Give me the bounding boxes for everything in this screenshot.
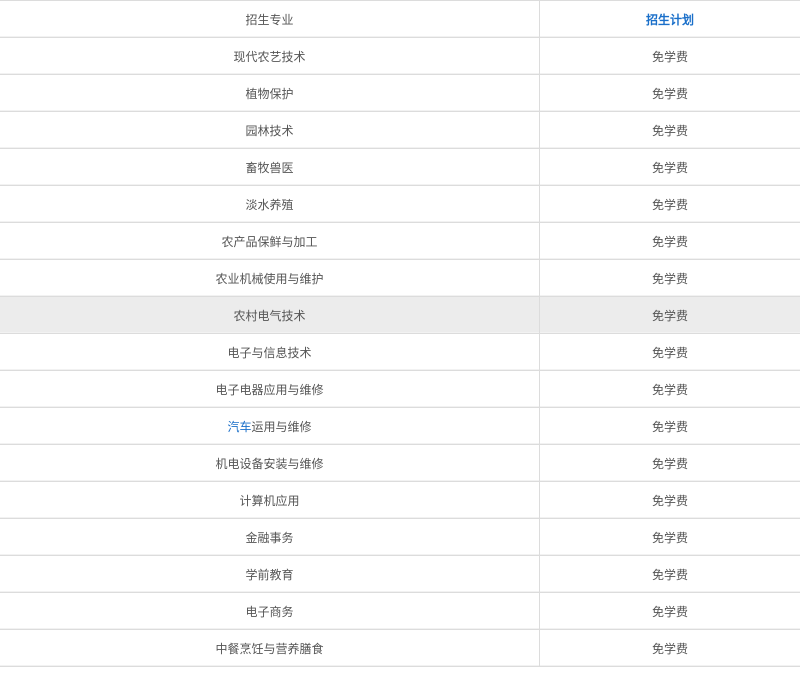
cell-plan: 免学费 [539,592,800,630]
cell-major: 农产品保鲜与加工 [0,222,540,260]
cell-major: 计算机应用 [0,481,540,519]
table-row: 电子电器应用与维修 免学费 [0,370,800,408]
table-row: 机电设备安装与维修 免学费 [0,444,800,482]
table-row: 植物保护 免学费 [0,74,800,112]
header-major: 招生专业 [0,0,540,38]
cell-major: 园林技术 [0,111,540,149]
cell-major: 中餐烹饪与营养膳食 [0,629,540,667]
table-row: 金融事务 免学费 [0,518,800,556]
cell-major-rest: 运用与维修 [251,419,312,434]
table-row: 电子与信息技术 免学费 [0,333,800,371]
table-row: 淡水养殖 免学费 [0,185,800,223]
cell-plan: 免学费 [539,518,800,556]
cell-plan: 免学费 [539,185,800,223]
cell-plan: 免学费 [539,481,800,519]
cell-plan: 免学费 [539,555,800,593]
cell-plan: 免学费 [539,37,800,75]
cell-plan: 免学费 [539,407,800,445]
cell-plan: 免学费 [539,370,800,408]
table-row: 农产品保鲜与加工 免学费 [0,222,800,260]
table-row: 畜牧兽医 免学费 [0,148,800,186]
cell-plan: 免学费 [539,74,800,112]
cell-major: 植物保护 [0,74,540,112]
cell-plan: 免学费 [539,629,800,667]
cell-major: 电子商务 [0,592,540,630]
cell-plan: 免学费 [539,296,800,334]
cell-plan: 免学费 [539,259,800,297]
cell-plan: 免学费 [539,111,800,149]
cell-major: 农业机械使用与维护 [0,259,540,297]
cell-major: 淡水养殖 [0,185,540,223]
table-row: 计算机应用 免学费 [0,481,800,519]
cell-major: 农村电气技术 [0,296,540,334]
cell-major: 汽车运用与维修 [0,407,540,445]
table-row-hovered: 农村电气技术 免学费 [0,296,800,334]
table-row: 农业机械使用与维护 免学费 [0,259,800,297]
table-row: 电子商务 免学费 [0,592,800,630]
cell-major: 电子与信息技术 [0,333,540,371]
header-plan[interactable]: 招生计划 [539,0,800,38]
cell-major: 机电设备安装与维修 [0,444,540,482]
cell-plan: 免学费 [539,148,800,186]
table-row: 学前教育 免学费 [0,555,800,593]
cell-major: 畜牧兽医 [0,148,540,186]
cell-major: 学前教育 [0,555,540,593]
cell-plan: 免学费 [539,444,800,482]
cell-plan: 免学费 [539,222,800,260]
table-row: 现代农艺技术 免学费 [0,37,800,75]
keyword-link-car[interactable]: 汽车 [227,420,251,434]
cell-major: 金融事务 [0,518,540,556]
admissions-table: 招生专业 招生计划 现代农艺技术 免学费 植物保护 免学费 园林技术 免学费 畜… [0,0,800,667]
table-row: 中餐烹饪与营养膳食 免学费 [0,629,800,667]
table-header-row: 招生专业 招生计划 [0,0,800,38]
cell-major: 电子电器应用与维修 [0,370,540,408]
table-row: 汽车运用与维修 免学费 [0,407,800,445]
cell-major: 现代农艺技术 [0,37,540,75]
cell-plan: 免学费 [539,333,800,371]
table-row: 园林技术 免学费 [0,111,800,149]
